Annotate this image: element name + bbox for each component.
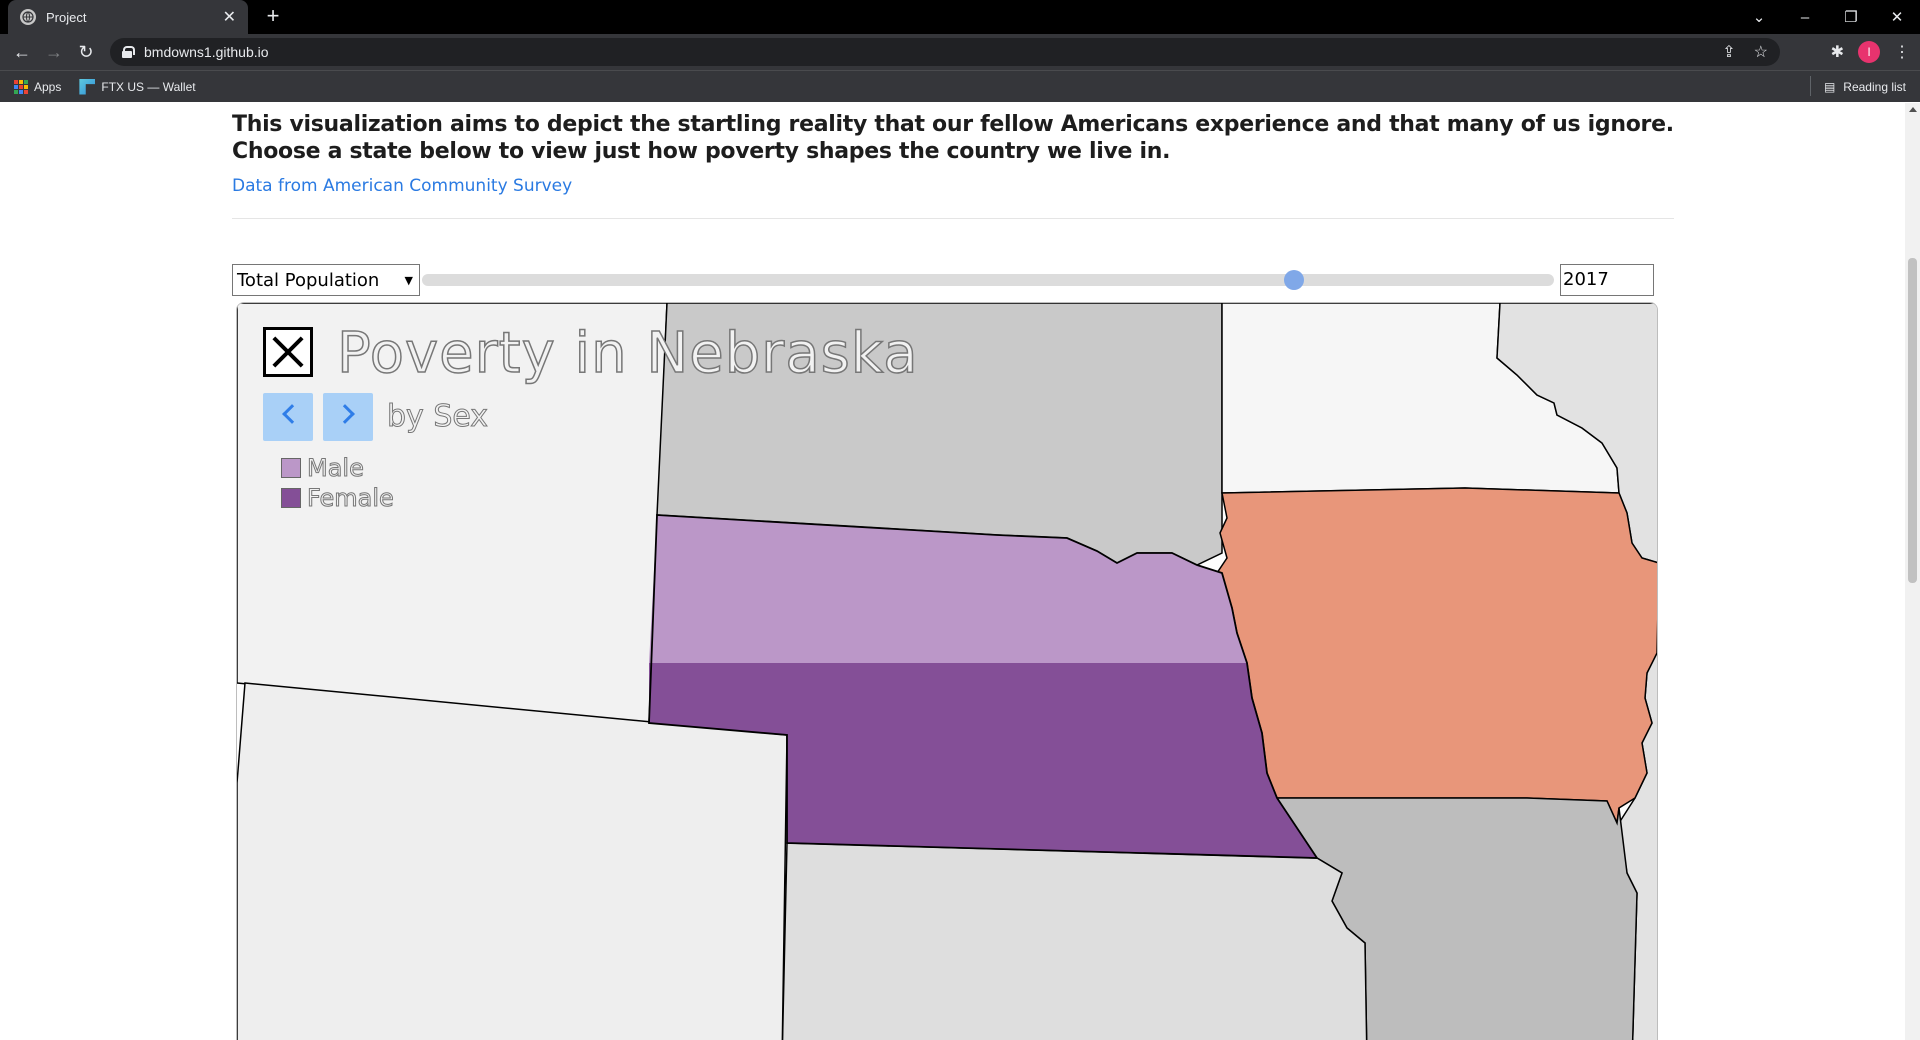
forward-arrow-icon[interactable]: → (38, 42, 70, 63)
intro-line-2: Choose a state below to view just how po… (232, 139, 1171, 164)
browser-tab[interactable]: Project ✕ (8, 0, 248, 34)
reload-icon[interactable]: ↻ (70, 42, 102, 63)
intro-line-1: This visualization aims to depict the st… (232, 112, 1674, 137)
tab-title: Project (46, 9, 87, 25)
browser-toolbar: ← → ↻ bmdowns1.github.io ⇪ ☆ ✱ I ⋮ (0, 34, 1920, 70)
select-value: Total Population (237, 269, 380, 291)
minimize-button[interactable]: – (1782, 9, 1828, 26)
bookmark-label: Apps (34, 79, 62, 94)
chevron-down-icon: ▼ (404, 273, 413, 287)
chevron-right-icon (335, 404, 355, 424)
scrollbar-thumb[interactable] (1908, 258, 1917, 583)
state-kansas (781, 842, 1368, 1040)
divider (232, 218, 1674, 219)
map-subtitle: by Sex (386, 399, 489, 435)
window-controls: ⌄ – ❐ ✕ (1736, 0, 1920, 34)
new-tab-button[interactable]: + (260, 4, 286, 30)
close-overlay-button[interactable] (263, 327, 313, 377)
close-tab-icon[interactable]: ✕ (223, 7, 236, 27)
ftx-logo-icon (79, 78, 96, 95)
menu-kebab-icon[interactable]: ⋮ (1894, 42, 1910, 62)
map-title: Poverty in Nebraska (336, 320, 919, 387)
reading-list-label: Reading list (1843, 79, 1906, 94)
chevron-left-icon (282, 404, 302, 424)
extensions-puzzle-icon[interactable]: ✱ (1831, 42, 1844, 62)
back-arrow-icon[interactable]: ← (6, 42, 38, 63)
state-iowa (1216, 487, 1657, 826)
close-window-button[interactable]: ✕ (1874, 8, 1920, 26)
globe-icon (20, 9, 36, 25)
legend-label: Female (307, 484, 395, 513)
slider-thumb[interactable] (1283, 270, 1304, 290)
tab-search-icon[interactable]: ⌄ (1736, 8, 1782, 26)
lock-icon[interactable] (122, 46, 135, 58)
state-colorado (237, 682, 788, 1040)
legend-swatch (281, 488, 301, 508)
bookmark-apps[interactable]: Apps (14, 79, 62, 94)
year-slider[interactable] (422, 270, 1554, 290)
bookmark-star-icon[interactable]: ☆ (1754, 42, 1768, 62)
prev-breakdown-button[interactable] (263, 393, 313, 441)
page-scrollbar[interactable] (1905, 103, 1920, 1040)
legend-swatch (281, 458, 301, 478)
legend-label: Male (307, 454, 365, 483)
page-viewport: This visualization aims to depict the st… (0, 103, 1920, 1040)
legend-item-male: Male (281, 453, 394, 483)
share-icon[interactable]: ⇪ (1722, 42, 1735, 62)
legend-item-female: Female (281, 483, 394, 513)
controls-row: Total Population ▼ 2017 (232, 264, 1654, 296)
browser-tab-strip: Project ✕ + ⌄ – ❐ ✕ (0, 0, 1920, 34)
bookmark-label: FTX US — Wallet (101, 79, 196, 94)
data-source-link[interactable]: Data from American Community Survey (232, 176, 572, 196)
reading-list-button[interactable]: ▤ Reading list (1809, 75, 1906, 96)
profile-avatar[interactable]: I (1858, 41, 1880, 63)
url-text: bmdowns1.github.io (144, 44, 269, 60)
intro-text: This visualization aims to depict the st… (232, 111, 1692, 165)
bookmarks-bar: Apps FTX US — Wallet ▤ Reading list (0, 70, 1920, 102)
map-container: Poverty in Nebraska by Sex Male Female (236, 302, 1658, 1040)
scroll-up-icon[interactable] (1909, 107, 1917, 112)
legend: Male Female (281, 453, 394, 513)
year-input[interactable]: 2017 (1560, 264, 1654, 296)
restore-button[interactable]: ❐ (1828, 8, 1874, 26)
address-bar[interactable]: bmdowns1.github.io ⇪ ☆ (110, 38, 1780, 66)
apps-grid-icon (14, 79, 28, 94)
reading-list-icon: ▤ (1823, 79, 1836, 94)
bookmark-ftx-wallet[interactable]: FTX US — Wallet (79, 78, 196, 95)
population-select[interactable]: Total Population ▼ (232, 264, 420, 296)
next-breakdown-button[interactable] (323, 393, 373, 441)
